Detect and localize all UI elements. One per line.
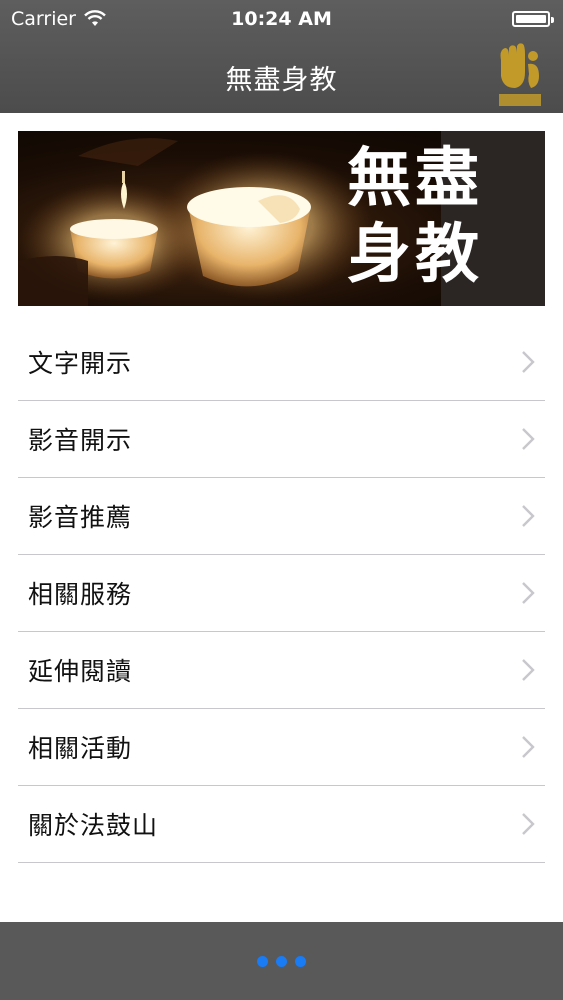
menu-item-related-services[interactable]: 相關服務 xyxy=(18,555,545,632)
chevron-right-icon xyxy=(522,736,535,758)
banner-calligraphy: 無盡 身教 xyxy=(347,141,527,293)
banner-line-2: 身教 xyxy=(347,217,483,292)
loading-indicator xyxy=(0,956,563,967)
menu-list: 文字開示 影音開示 影音推薦 相關服務 延伸閱讀 相關活動 關於法鼓山 xyxy=(18,324,545,863)
chevron-right-icon xyxy=(522,351,535,373)
loading-dot xyxy=(257,956,268,967)
chevron-right-icon xyxy=(522,428,535,450)
banner-line-1: 無盡 xyxy=(347,141,483,216)
menu-item-about-ddm[interactable]: 關於法鼓山 xyxy=(18,786,545,863)
menu-item-label: 關於法鼓山 xyxy=(28,811,159,840)
clock: 10:24 AM xyxy=(231,8,332,30)
menu-item-label: 相關服務 xyxy=(28,580,133,609)
hero-banner: 無盡 身教 xyxy=(18,131,545,306)
chevron-right-icon xyxy=(522,813,535,835)
dharma-drum-logo xyxy=(499,43,541,106)
page-title: 無盡身教 xyxy=(225,65,338,96)
battery-icon xyxy=(512,11,554,27)
menu-item-video-recommendations[interactable]: 影音推薦 xyxy=(18,478,545,555)
menu-item-label: 文字開示 xyxy=(28,349,133,378)
chevron-right-icon xyxy=(522,505,535,527)
navigation-bar: Carrier 10:24 AM 無盡身教 xyxy=(0,0,563,113)
menu-item-text-teachings[interactable]: 文字開示 xyxy=(18,324,545,401)
menu-item-video-teachings[interactable]: 影音開示 xyxy=(18,401,545,478)
loading-dot xyxy=(276,956,287,967)
menu-item-further-reading[interactable]: 延伸閱讀 xyxy=(18,632,545,709)
chevron-right-icon xyxy=(522,582,535,604)
chevron-right-icon xyxy=(522,659,535,681)
menu-item-label: 影音開示 xyxy=(28,426,133,455)
menu-item-label: 影音推薦 xyxy=(28,503,133,532)
menu-item-label: 相關活動 xyxy=(28,734,133,763)
status-bar: Carrier 10:24 AM xyxy=(0,0,563,40)
loading-dot xyxy=(295,956,306,967)
menu-item-related-events[interactable]: 相關活動 xyxy=(18,709,545,786)
menu-item-label: 延伸閱讀 xyxy=(28,657,133,686)
bottom-toolbar xyxy=(0,922,563,1000)
